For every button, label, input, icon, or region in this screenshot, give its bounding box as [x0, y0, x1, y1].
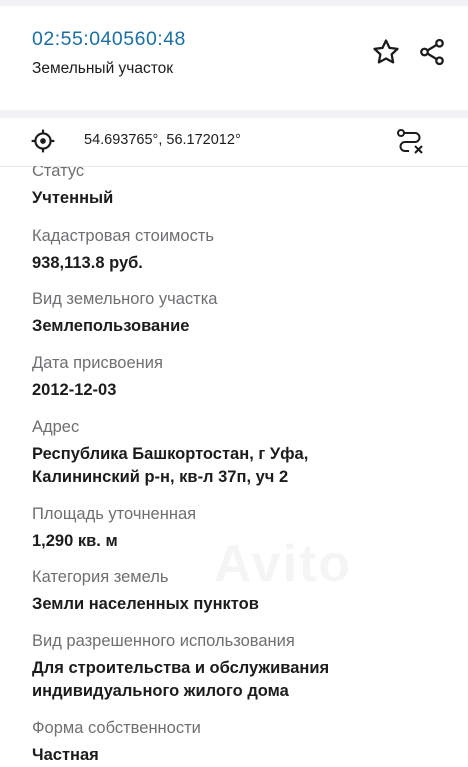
object-type: Земельный участок [32, 60, 174, 77]
permitted-use-line-1: Для строительства и обслуживания [32, 659, 330, 677]
coordinates-text[interactable]: 54.693765°, 56.172012° [84, 132, 241, 148]
land-category-label: Категория земель [32, 568, 169, 586]
land-type-value: Землепользование [32, 317, 190, 335]
permitted-use-label: Вид разрешенного использования [32, 632, 295, 650]
cadastral-number[interactable]: 02:55:040560:48 [32, 28, 186, 51]
route-clear-icon[interactable] [392, 125, 428, 159]
address-line-1: Республика Башкортостан, г Уфа, [32, 445, 309, 463]
ownership-label: Форма собственности [32, 719, 201, 737]
cadastral-value-label: Кадастровая стоимость [32, 227, 214, 245]
address-label: Адрес [32, 418, 80, 436]
land-type-label: Вид земельного участка [32, 290, 218, 308]
status-label: Статус [32, 166, 85, 180]
star-icon[interactable] [370, 36, 402, 68]
cadastral-value: 938,113.8 руб. [32, 254, 143, 272]
assignment-date-label: Дата присвоения [32, 354, 163, 372]
assignment-date-value: 2012-12-03 [32, 381, 117, 399]
property-details: Avito Статус Учтенный Кадастровая стоимо… [0, 166, 468, 767]
share-icon[interactable] [416, 36, 448, 68]
ownership-value: Частная [32, 746, 99, 764]
watermark: Avito [214, 534, 352, 594]
permitted-use-line-2: индивидуального жилого дома [32, 682, 289, 700]
area-value: 1,290 кв. м [32, 532, 118, 550]
object-header: 02:55:040560:48 Земельный участок [0, 6, 468, 110]
land-category-value: Земли населенных пунктов [32, 595, 259, 613]
address-line-2: Калининский р-н, кв-л 37п, уч 2 [32, 468, 289, 486]
crosshair-icon[interactable] [28, 126, 58, 156]
area-label: Площадь уточненная [32, 505, 197, 523]
status-value: Учтенный [32, 189, 114, 207]
coordinates-row: 54.693765°, 56.172012° [0, 118, 468, 167]
section-separator [0, 110, 468, 118]
